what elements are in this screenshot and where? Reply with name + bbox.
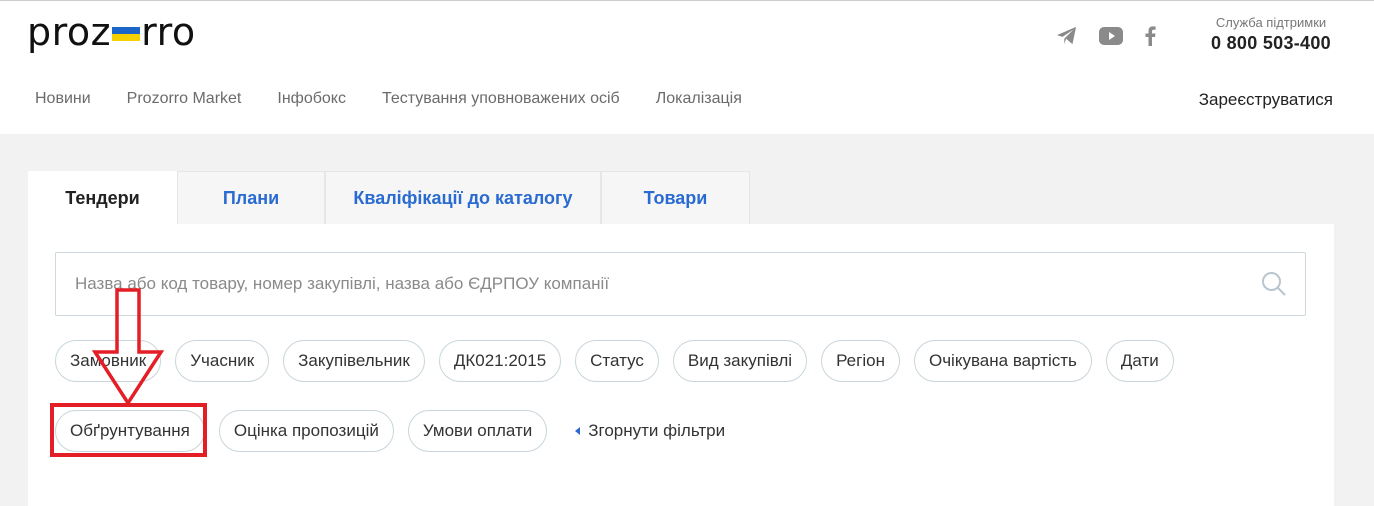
logo-text-right: rro [141, 10, 196, 54]
annotation-highlight-box [50, 403, 207, 457]
search-box [55, 252, 1306, 316]
main-nav: Новини Prozorro Market Інфобокс Тестуван… [35, 90, 778, 108]
tab-tenders[interactable]: Тендери [28, 171, 177, 225]
support-label: Служба підтримки [1215, 15, 1327, 30]
tab-catalog-qualifications[interactable]: Кваліфікації до каталогу [325, 171, 601, 225]
filter-procurement-type[interactable]: Вид закупівлі [672, 340, 808, 382]
filter-payment-terms[interactable]: Умови оплати [407, 410, 548, 452]
tab-goods[interactable]: Товари [601, 171, 750, 225]
filter-procurer[interactable]: Закупівельник [283, 340, 425, 382]
prozorro-logo[interactable]: proz rro [27, 7, 196, 57]
search-input[interactable] [56, 253, 1236, 315]
register-link[interactable]: Зареєструватися [1199, 90, 1333, 110]
logo-text-left: proz [27, 10, 112, 54]
nav-item-news[interactable]: Новини [35, 90, 91, 108]
nav-item-market[interactable]: Prozorro Market [127, 90, 242, 108]
nav-item-infobox[interactable]: Інфобокс [277, 90, 346, 108]
caret-left-icon [575, 427, 581, 435]
filters-row-1: Замовник Учасник Закупівельник ДК021:201… [55, 340, 1174, 382]
filter-dates[interactable]: Дати [1105, 340, 1174, 382]
ukraine-flag-icon [112, 27, 141, 41]
collapse-filters-link[interactable]: Згорнути фільтри [575, 410, 725, 452]
search-icon[interactable] [1261, 271, 1287, 302]
tab-plans[interactable]: Плани [177, 171, 325, 225]
support-phone[interactable]: 0 800 503-400 [1211, 33, 1331, 54]
youtube-icon[interactable] [1098, 23, 1124, 49]
nav-item-localization[interactable]: Локалізація [656, 90, 742, 108]
filter-bid-evaluation[interactable]: Оцінка пропозицій [218, 410, 394, 452]
filter-region[interactable]: Регіон [821, 340, 900, 382]
search-tabs: Тендери Плани Кваліфікації до каталогу Т… [28, 171, 750, 225]
collapse-filters-label: Згорнути фільтри [588, 421, 726, 440]
annotation-arrow-down-icon [92, 288, 164, 406]
support-block: Служба підтримки 0 800 503-400 [1211, 15, 1331, 54]
site-header: proz rro Служба підтримки 0 800 503-400 … [0, 0, 1374, 134]
telegram-icon[interactable] [1054, 23, 1080, 49]
filter-dk021[interactable]: ДК021:2015 [438, 340, 562, 382]
facebook-icon[interactable] [1137, 23, 1163, 49]
nav-item-testing[interactable]: Тестування уповноважених осіб [382, 90, 620, 108]
filter-status[interactable]: Статус [575, 340, 659, 382]
filter-expected-value[interactable]: Очікувана вартість [913, 340, 1092, 382]
filter-participant[interactable]: Учасник [175, 340, 270, 382]
